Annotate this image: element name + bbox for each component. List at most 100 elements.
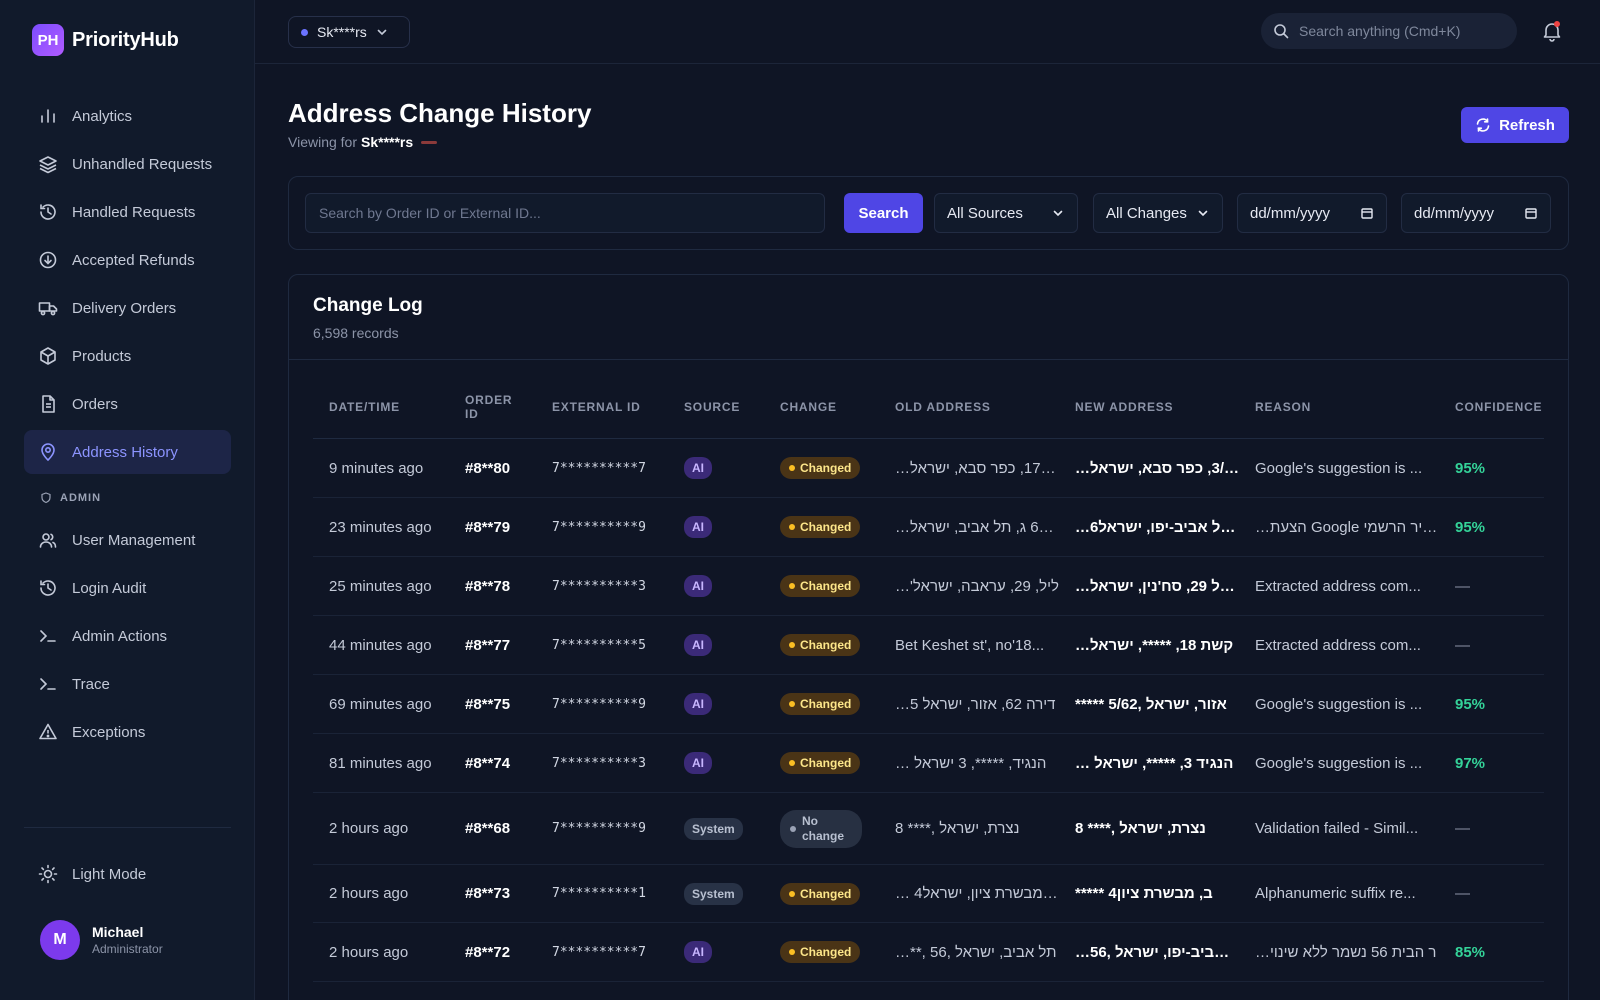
table-row[interactable]: 44 minutes ago #8**77 7**********5 AI Ch… xyxy=(313,616,1544,675)
column-header[interactable]: EXTERNAL ID xyxy=(536,400,668,414)
page-subtitle: Viewing for Sk****rs xyxy=(288,134,438,150)
cell-order-id[interactable]: #8**73 xyxy=(449,885,536,902)
cell-order-id[interactable]: #8**78 xyxy=(449,578,536,595)
cell-new-address: …ג'ליל 29, סח'נין, ישראל xyxy=(1075,577,1239,595)
change-badge: Changed xyxy=(780,516,861,538)
cell-old-address: Bet Keshet st', no'18... xyxy=(895,636,1045,654)
order-search-input[interactable]: Search by Order ID or External ID... xyxy=(305,193,825,233)
source-badge: AI xyxy=(684,941,712,963)
sidebar-item-exceptions[interactable]: Exceptions xyxy=(24,710,231,754)
column-header[interactable]: REASON xyxy=(1239,400,1439,414)
cell-new-address: ***** 4ב, מבשרת ציון xyxy=(1075,885,1213,902)
cell-change: Changed xyxy=(764,752,879,774)
table-row[interactable]: 25 minutes ago #8**78 7**********3 AI Ch… xyxy=(313,557,1544,616)
column-header[interactable]: SOURCE xyxy=(668,400,764,414)
sidebar-item-user-management[interactable]: User Management xyxy=(24,518,231,562)
cell-order-id[interactable]: #8**80 xyxy=(449,460,536,477)
table-row[interactable]: 81 minutes ago #8**74 7**********3 AI Ch… xyxy=(313,734,1544,793)
sidebar-item-admin-actions[interactable]: Admin Actions xyxy=(24,614,231,658)
table-body: 9 minutes ago #8**80 7**********7 AI Cha… xyxy=(313,439,1544,982)
column-header[interactable]: CHANGE xyxy=(764,400,879,414)
change-badge: Changed xyxy=(780,752,861,774)
map-pin-icon xyxy=(41,443,55,462)
cell-external-id: 7**********5 xyxy=(552,637,646,653)
sidebar-item-login-audit[interactable]: Login Audit xyxy=(24,566,231,610)
cell-old-address: …'ליל, 29, עראבה, ישראל xyxy=(895,577,1059,595)
change-select[interactable]: All Changes xyxy=(1093,193,1223,233)
cell-new-address: 8 ****, נצרת, ישראל xyxy=(1075,820,1206,837)
cell-change: Changed xyxy=(764,575,879,597)
cell-order-id[interactable]: #8**72 xyxy=(449,944,536,961)
sidebar-item-delivery-orders[interactable]: Delivery Orders xyxy=(24,286,231,330)
change-badge: Changed xyxy=(780,575,861,597)
cell-confidence: — xyxy=(1455,577,1470,595)
sidebar-item-trace[interactable]: Trace xyxy=(24,662,231,706)
cell-new-address: … הנגיד 3, *****, ישראל xyxy=(1075,754,1234,772)
sidebar-item-unhandled-requests[interactable]: Unhandled Requests xyxy=(24,142,231,186)
sidebar-item-address-history[interactable]: Address History xyxy=(24,430,231,474)
shield-icon xyxy=(41,492,51,504)
date-from-input[interactable]: dd/mm/yyyy xyxy=(1237,193,1387,233)
card-title: Change Log xyxy=(313,295,423,316)
cell-order-id[interactable]: #8**68 xyxy=(449,820,536,837)
source-badge: AI xyxy=(684,693,712,715)
cell-external-id: 7**********9 xyxy=(552,696,646,712)
column-header[interactable]: DATE/TIME xyxy=(313,400,449,414)
document-icon xyxy=(42,395,55,413)
change-badge: Changed xyxy=(780,693,861,715)
brand[interactable]: PH PriorityHub xyxy=(32,24,179,56)
history-icon xyxy=(40,204,56,220)
change-badge: Changed xyxy=(780,941,861,963)
column-header[interactable]: OLD ADDRESS xyxy=(879,400,1059,414)
sidebar-item-label: User Management xyxy=(72,531,196,549)
cell-order-id[interactable]: #8**75 xyxy=(449,696,536,713)
table-row[interactable]: 2 hours ago #8**73 7**********1 System C… xyxy=(313,865,1544,923)
cell-order-id[interactable]: #8**77 xyxy=(449,637,536,654)
refresh-button[interactable]: Refresh xyxy=(1461,107,1569,143)
cell-external-id: 7**********7 xyxy=(552,460,646,476)
cell-reason: Alphanumeric suffix re... xyxy=(1255,885,1416,902)
chevron-down-icon xyxy=(1198,210,1208,217)
cell-new-address: …56, תל אביב-יפו, ישראל xyxy=(1075,943,1239,961)
sidebar-item-label: Products xyxy=(72,347,132,365)
sidebar-item-handled-requests[interactable]: Handled Requests xyxy=(24,190,231,234)
cell-datetime: 23 minutes ago xyxy=(329,518,432,536)
sidebar: PH PriorityHub Analytics Unhandled Reque… xyxy=(0,0,255,1000)
tenant-name: Sk****rs xyxy=(317,24,367,40)
table-row[interactable]: 23 minutes ago #8**79 7**********9 AI Ch… xyxy=(313,498,1544,557)
table-row[interactable]: 2 hours ago #8**68 7**********9 System N… xyxy=(313,793,1544,865)
download-circle-icon xyxy=(39,251,57,269)
source-select[interactable]: All Sources xyxy=(934,193,1078,233)
sidebar-item-label: Analytics xyxy=(72,107,133,125)
table-row[interactable]: 2 hours ago #8**72 7**********7 AI Chang… xyxy=(313,923,1544,982)
table-row[interactable]: 69 minutes ago #8**75 7**********9 AI Ch… xyxy=(313,675,1544,734)
global-search-input[interactable]: Search anything (Cmd+K) xyxy=(1261,13,1517,49)
cell-old-address: …י, 60 ג, תל אביב, ישראל xyxy=(895,518,1059,536)
cell-order-id[interactable]: #8**79 xyxy=(449,519,536,536)
theme-toggle-label: Light Mode xyxy=(72,865,147,883)
sidebar-item-analytics[interactable]: Analytics xyxy=(24,94,231,138)
sidebar-item-orders[interactable]: Orders xyxy=(24,382,231,426)
date-to-input[interactable]: dd/mm/yyyy xyxy=(1401,193,1551,233)
sun-icon xyxy=(38,864,58,884)
cell-new-address: ***** 5/62, אזור, ישראל xyxy=(1075,695,1227,713)
sidebar-item-accepted-refunds[interactable]: Accepted Refunds xyxy=(24,238,231,282)
theme-toggle[interactable]: Light Mode xyxy=(24,852,231,896)
tenant-selector[interactable]: Sk****rs xyxy=(288,16,410,48)
cell-source: AI xyxy=(668,693,764,715)
box-icon xyxy=(40,347,56,365)
column-header[interactable]: ORDER ID xyxy=(449,393,536,421)
cell-datetime: 9 minutes ago xyxy=(329,459,424,477)
column-header[interactable]: NEW ADDRESS xyxy=(1059,400,1239,414)
column-header[interactable]: CONFIDENCE xyxy=(1439,400,1544,414)
cell-reason: …הצעת Google העיר הרשמי xyxy=(1255,518,1439,536)
viewing-for-tenant: Sk****rs xyxy=(361,134,414,150)
sidebar-item-products[interactable]: Products xyxy=(24,334,231,378)
cell-change: Changed xyxy=(764,882,879,905)
search-button[interactable]: Search xyxy=(844,193,923,233)
cell-external-id: 7**********1 xyxy=(552,886,646,901)
cell-order-id[interactable]: #8**74 xyxy=(449,755,536,772)
cell-source: AI xyxy=(668,516,764,538)
user-profile[interactable]: M Michael Administrator xyxy=(40,920,163,960)
table-row[interactable]: 9 minutes ago #8**80 7**********7 AI Cha… xyxy=(313,439,1544,498)
